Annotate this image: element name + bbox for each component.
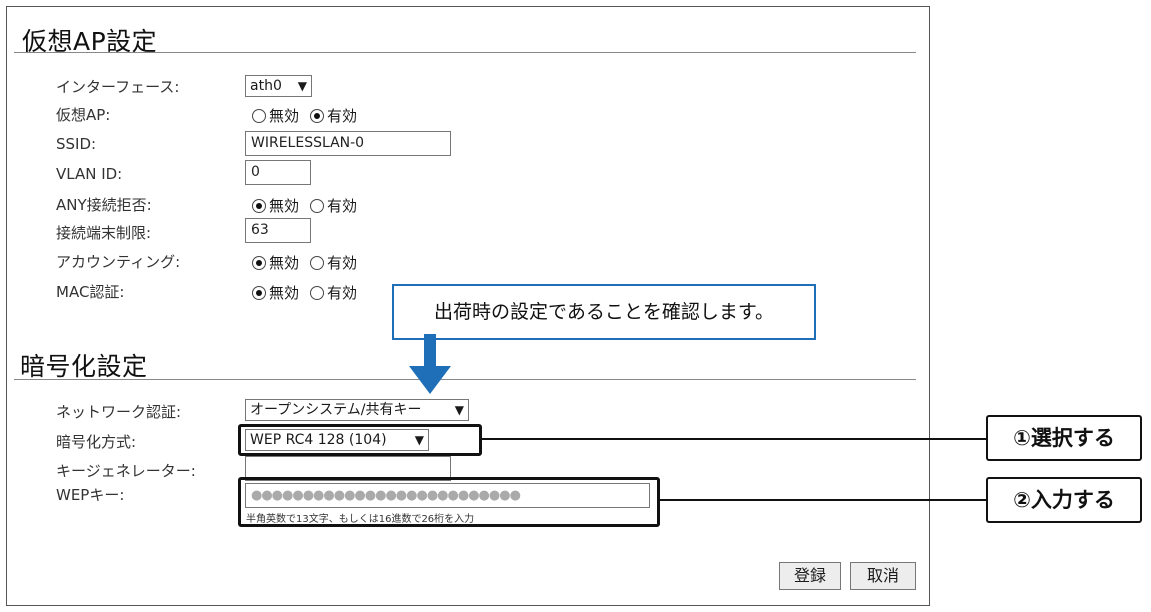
wep-key-highlight [238, 477, 660, 527]
accounting-disabled-radio[interactable] [252, 255, 266, 270]
step1-leader-line [482, 438, 988, 440]
arrow-down-icon [424, 334, 436, 368]
any-reject-radio-group: 無効 有効 [252, 195, 365, 216]
network-auth-label: ネットワーク認証: [56, 403, 182, 421]
virtual-ap-divider [14, 52, 916, 53]
vap-disabled-label: 無効 [269, 107, 300, 125]
vap-label: 仮想AP: [56, 106, 111, 124]
mac-disabled-label: 無効 [269, 284, 300, 302]
vap-radio-group: 無効 有効 [252, 105, 365, 126]
register-button[interactable]: 登録 [779, 562, 841, 590]
step2-leader-line [660, 499, 988, 501]
accounting-enabled-radio[interactable] [310, 255, 325, 270]
chevron-down-icon: ▼ [454, 403, 464, 417]
encryption-title: 暗号化設定 [20, 352, 148, 381]
callout-note: 出荷時の設定であることを確認します。 [392, 284, 816, 340]
interface-value: ath0 [250, 78, 282, 94]
any-disabled-label: 無効 [269, 197, 300, 215]
interface-select[interactable]: ath0 ▼ [245, 75, 312, 97]
cancel-button[interactable]: 取消 [850, 562, 916, 590]
accounting-radio-group: 無効 有効 [252, 252, 365, 273]
vlan-input[interactable]: 0 [245, 160, 311, 185]
mac-disabled-radio[interactable] [252, 285, 266, 300]
mac-enabled-label: 有効 [327, 284, 358, 302]
vap-disabled-radio[interactable] [252, 108, 266, 123]
limit-input[interactable]: 63 [245, 218, 311, 243]
ssid-input[interactable]: WIRELESSLAN-0 [245, 131, 451, 156]
method-label: 暗号化方式: [56, 433, 137, 451]
arrow-head-icon [409, 366, 451, 394]
any-enabled-label: 有効 [327, 197, 358, 215]
any-disabled-radio[interactable] [252, 198, 266, 213]
mac-enabled-radio[interactable] [310, 285, 325, 300]
step1-label: ①選択する [986, 415, 1142, 461]
any-enabled-radio[interactable] [310, 198, 325, 213]
keygen-label: キージェネレーター: [56, 462, 196, 480]
step2-label: ②入力する [986, 477, 1142, 523]
vap-enabled-radio[interactable] [310, 108, 325, 123]
mac-auth-radio-group: 無効 有効 [252, 282, 365, 303]
limit-label: 接続端末制限: [56, 224, 152, 242]
network-auth-value: オープンシステム/共有キー [250, 402, 422, 418]
interface-label: インターフェース: [56, 78, 180, 96]
accounting-enabled-label: 有効 [327, 254, 358, 272]
wep-key-label: WEPキー: [56, 486, 125, 504]
any-reject-label: ANY接続拒否: [56, 196, 152, 214]
vap-enabled-label: 有効 [327, 107, 358, 125]
ssid-label: SSID: [56, 135, 97, 153]
accounting-label: アカウンティング: [56, 253, 181, 271]
vlan-label: VLAN ID: [56, 165, 123, 183]
chevron-down-icon: ▼ [297, 79, 307, 93]
accounting-disabled-label: 無効 [269, 254, 300, 272]
network-auth-select[interactable]: オープンシステム/共有キー ▼ [245, 399, 469, 421]
encryption-divider [14, 379, 916, 380]
mac-auth-label: MAC認証: [56, 283, 125, 301]
method-highlight [238, 424, 482, 456]
